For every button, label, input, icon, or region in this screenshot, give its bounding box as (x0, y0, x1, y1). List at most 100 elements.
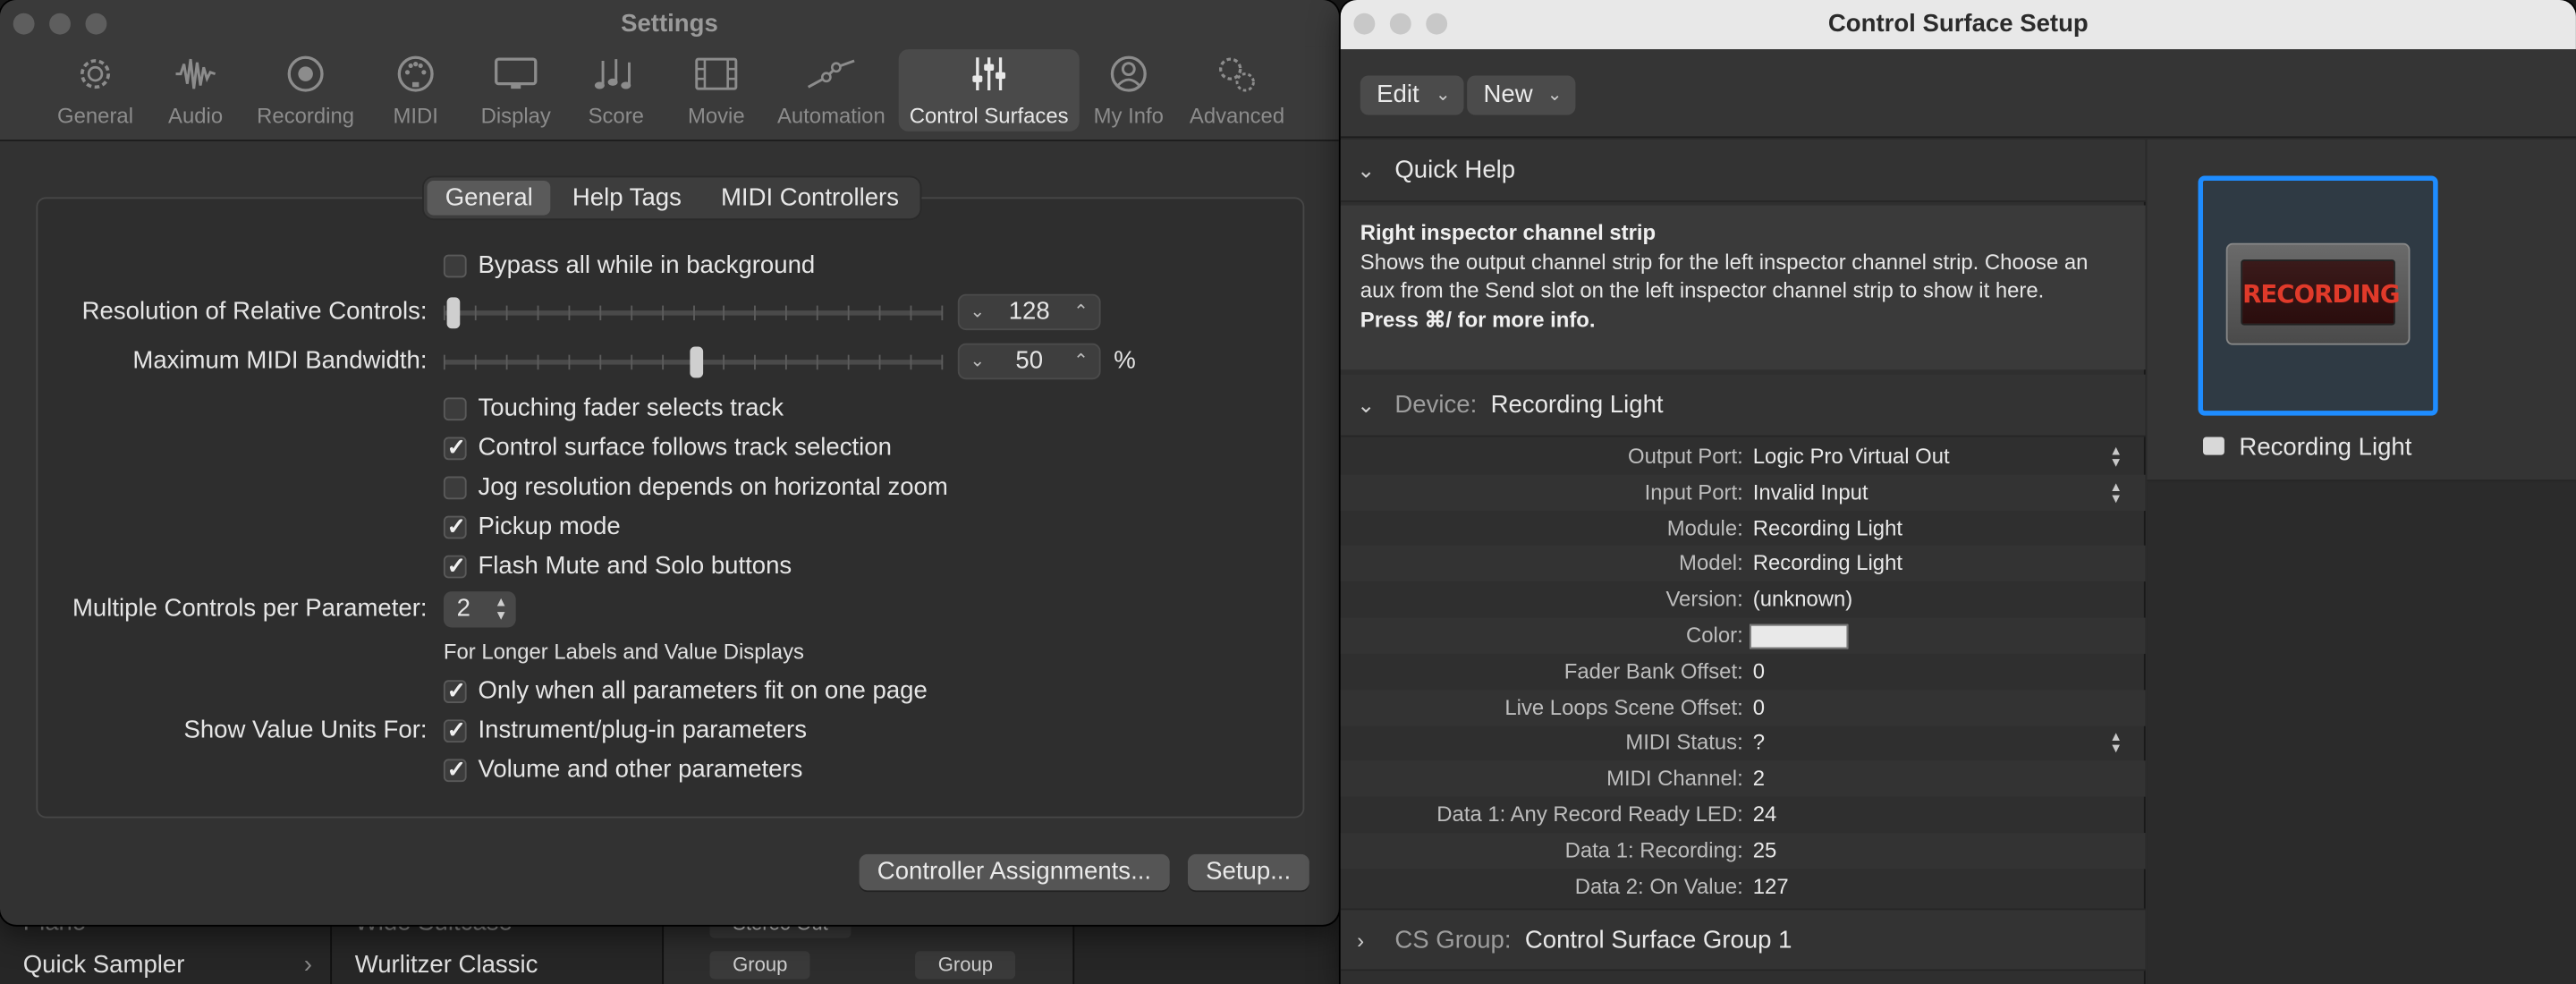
slider-knob[interactable] (446, 297, 461, 329)
toolbar-my-info[interactable]: My Info (1091, 49, 1166, 131)
setup-button[interactable]: Setup... (1187, 853, 1309, 891)
toolbar-advanced[interactable]: Advanced (1186, 49, 1288, 131)
bypass-label: Bypass all while in background (478, 250, 816, 280)
edit-menu[interactable]: Edit ⌄ (1360, 75, 1464, 115)
color-swatch[interactable] (1750, 623, 1849, 649)
param-value[interactable]: 0 (1753, 654, 1765, 690)
up-down-chevron-icon[interactable]: ▲ ▼ (2109, 731, 2123, 756)
param-value[interactable]: ? (1753, 725, 1765, 761)
slider-tick (723, 354, 725, 370)
param-row[interactable]: Module: Recording Light (1341, 510, 2146, 546)
screen: { "background": { "instrument_1": "Piano… (0, 0, 2576, 984)
close-button[interactable] (13, 13, 35, 35)
toolbar-score[interactable]: Score (581, 49, 650, 131)
param-value[interactable]: 25 (1753, 833, 1777, 869)
minimize-button[interactable] (49, 13, 71, 35)
bandwidth-slider[interactable] (443, 346, 944, 378)
toolbar-movie[interactable]: Movie (677, 49, 756, 131)
param-value[interactable]: 127 (1753, 869, 1789, 904)
up-down-chevron-icon[interactable]: ▲ ▼ (2109, 445, 2123, 470)
new-menu[interactable]: New ⌄ (1467, 75, 1576, 115)
zoom-button[interactable] (1426, 13, 1448, 35)
patch-item-wurlitzer[interactable]: Wurlitzer Classic (355, 951, 538, 979)
param-row[interactable]: Color: (1340, 617, 2146, 654)
inspector: ⌄ Quick Help Right inspector channel str… (1340, 140, 2146, 984)
tab-general[interactable]: General (427, 181, 551, 216)
quick-help-header[interactable]: ⌄ Quick Help (1340, 140, 2146, 202)
slider-tick (692, 305, 695, 321)
param-value[interactable]: Recording Light (1753, 546, 1902, 581)
slider-tick (754, 305, 757, 321)
bypass-checkbox[interactable] (443, 254, 467, 278)
volume-checkbox[interactable] (443, 756, 467, 784)
disclosure-closed-icon[interactable]: › (1357, 910, 1364, 972)
param-row[interactable]: Data 1: Any Record Ready LED: 24 (1341, 797, 2146, 833)
tab-help-tags[interactable]: Help Tags (555, 181, 699, 216)
only-when-checkbox[interactable] (443, 677, 467, 705)
param-value[interactable]: Invalid Input (1753, 474, 1868, 510)
param-label: MIDI Status: (1625, 730, 1743, 755)
close-button[interactable] (1353, 13, 1376, 35)
device-select-checkbox[interactable] (2203, 437, 2224, 455)
group-slot-2[interactable]: Group (915, 951, 1016, 980)
param-row[interactable]: Fader Bank Offset: 0 (1341, 654, 2146, 690)
param-value[interactable]: 24 (1753, 797, 1777, 833)
cs-title: Control Surface Setup (1827, 10, 2089, 38)
cs-group-header[interactable]: › CS Group: Control Surface Group 1 (1340, 908, 2146, 972)
toolbar-display[interactable]: Display (470, 49, 562, 131)
slider-knob[interactable] (690, 346, 704, 378)
param-value[interactable]: (unknown) (1753, 581, 1852, 617)
param-row[interactable]: Live Loops Scene Offset: 0 (1340, 689, 2146, 725)
disclosure-open-icon[interactable]: ⌄ (1357, 140, 1375, 202)
param-value[interactable]: Logic Pro Virtual Out (1753, 438, 1950, 474)
bandwidth-stepper[interactable]: ⌄ 50 ⌃ (957, 343, 1101, 381)
tab-midi-controllers[interactable]: MIDI Controllers (703, 181, 917, 216)
slider-tick (754, 354, 757, 370)
toolbar-automation[interactable]: Automation (772, 49, 890, 131)
device-header[interactable]: ⌄ Device: Recording Light (1340, 374, 2146, 437)
device-name: Recording Light (1490, 391, 1664, 420)
slider-tick (443, 305, 445, 321)
minimize-button[interactable] (1389, 13, 1411, 35)
param-row[interactable]: Data 2: On Value: 127 (1341, 869, 2146, 904)
slider-tick (505, 354, 508, 370)
flash-checkbox[interactable] (443, 552, 467, 580)
param-row[interactable]: Output Port: Logic Pro Virtual Out ▲ ▼ (1341, 438, 2146, 474)
param-row[interactable]: Input Port: Invalid Input ▲ ▼ (1340, 474, 2146, 511)
param-value[interactable]: 2 (1753, 761, 1765, 797)
toolbar-midi[interactable]: MIDI (385, 49, 447, 131)
controller-assignments-button[interactable]: Controller Assignments... (859, 853, 1170, 891)
disclosure-open-icon[interactable]: ⌄ (1357, 375, 1375, 437)
slider-tick (537, 305, 539, 321)
param-value[interactable]: 0 (1753, 690, 1765, 725)
follows-checkbox[interactable] (443, 434, 467, 462)
toolbar-general[interactable]: General (49, 49, 141, 131)
chevron-up-icon[interactable]: ⌃ (1068, 345, 1094, 381)
toolbar-control-surfaces[interactable]: Control Surfaces (898, 49, 1080, 131)
param-value[interactable]: Recording Light (1753, 510, 1902, 546)
param-row[interactable]: Data 1: Recording: 25 (1340, 832, 2146, 869)
zoom-button[interactable] (85, 13, 107, 35)
toolbar-audio[interactable]: Audio (157, 49, 233, 131)
device-area-empty (2147, 482, 2576, 984)
param-row[interactable]: Version: (unknown) (1341, 581, 2146, 617)
up-down-chevron-icon[interactable]: ▲ ▼ (2109, 480, 2123, 505)
pickup-checkbox[interactable] (443, 513, 467, 540)
volume-label: Volume and other parameters (478, 755, 803, 784)
slider-tick (878, 305, 881, 321)
param-row[interactable]: MIDI Status:? ▲ ▼ (1341, 725, 2146, 761)
group-slot-1[interactable]: Group (709, 951, 811, 980)
resolution-slider[interactable] (443, 297, 944, 329)
param-label: Model: (1679, 550, 1743, 576)
recording-light-device-tile[interactable]: RECORDING (2198, 175, 2438, 416)
multiple-popup[interactable]: 2 ▲ ▼ (443, 591, 516, 628)
param-row[interactable]: MIDI Channel: 2 (1340, 760, 2146, 797)
param-row[interactable]: Model: Recording Light (1340, 546, 2146, 582)
chevron-up-icon[interactable]: ⌃ (1068, 296, 1094, 332)
instrument-checkbox[interactable] (443, 717, 467, 744)
instrument-item-quick-sampler[interactable]: Quick Sampler (23, 951, 185, 979)
jog-checkbox[interactable] (443, 476, 467, 500)
toolbar-recording[interactable]: Recording (250, 49, 361, 131)
touching-checkbox[interactable] (443, 397, 467, 421)
resolution-stepper[interactable]: ⌄ 128 ⌃ (957, 293, 1101, 332)
